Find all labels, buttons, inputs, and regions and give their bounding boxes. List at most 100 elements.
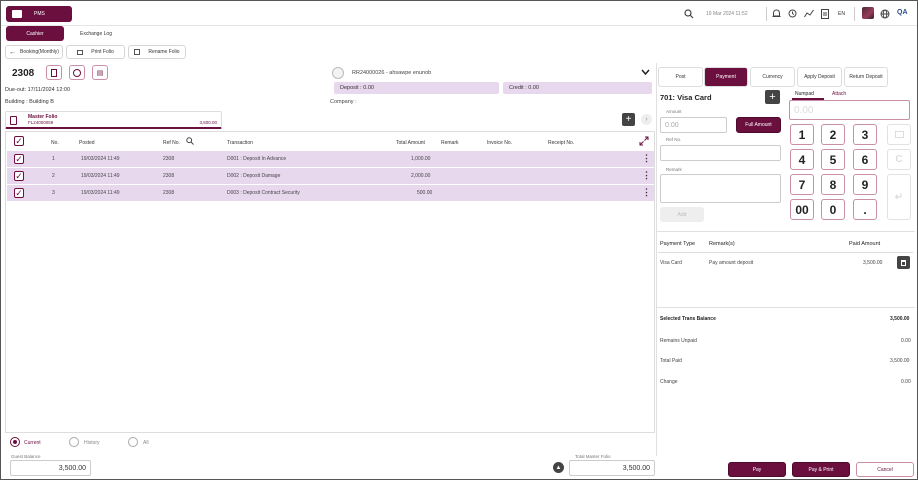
row-checkbox[interactable]: ✓	[14, 171, 24, 181]
card-icon	[51, 68, 57, 77]
add-folio-button[interactable]: +	[622, 113, 635, 126]
row-checkbox[interactable]: ✓	[14, 188, 24, 198]
app-window: PMS 19 Mar 2024 11:52 EN QA Cashier Exch…	[0, 0, 918, 480]
scroll-right-button[interactable]: ›	[641, 114, 652, 125]
pms-badge[interactable]: PMS	[6, 6, 72, 22]
row-no: 1	[52, 156, 55, 162]
document-icon[interactable]	[821, 9, 829, 19]
key-9[interactable]: 9	[853, 174, 877, 195]
key-clear-disabled[interactable]	[887, 124, 911, 145]
avatar[interactable]	[862, 7, 874, 19]
add-payment-button[interactable]: Add	[660, 207, 704, 222]
user-initials[interactable]: QA	[897, 9, 908, 16]
pay-print-button[interactable]: Pay & Print	[792, 462, 850, 477]
key-3[interactable]: 3	[853, 124, 877, 145]
room-target-button[interactable]	[69, 65, 85, 80]
folio-code: FL24000059	[28, 120, 54, 125]
filter-all-radio[interactable]	[128, 437, 138, 447]
history-icon[interactable]	[788, 9, 797, 18]
tab-return-deposit[interactable]: Return Deposit	[844, 67, 888, 87]
folio-card[interactable]: Master Folio FL24000059 3,500.00	[5, 111, 222, 129]
tab-currency[interactable]: Currency	[750, 67, 795, 87]
scroll-up-button[interactable]: ▲	[553, 462, 564, 473]
chart-icon[interactable]	[804, 9, 814, 18]
trash-icon-shape	[901, 259, 906, 266]
table-row[interactable]: ✓ 1 19/03/2024 11:49 2308 D001 : Deposit…	[7, 151, 654, 167]
tab-numpad[interactable]: Numpad	[795, 91, 814, 97]
add-payment-method-button[interactable]: +	[765, 90, 780, 104]
back-booking-button[interactable]: ← Booking(Monthly)	[5, 45, 63, 59]
deposit-label: Deposit : 0.00	[340, 85, 374, 91]
filter-current-radio[interactable]	[10, 437, 20, 447]
rename-folio-button[interactable]: Rename Folio	[128, 45, 186, 59]
key-4[interactable]: 4	[790, 149, 814, 170]
due-out: Due-out: 17/11/2024 12:00	[5, 87, 71, 93]
tab-apply-deposit[interactable]: Apply Deposit	[797, 67, 842, 87]
select-all-checkbox[interactable]: ✓	[14, 136, 24, 146]
room-chart-button[interactable]: ▤	[92, 65, 108, 80]
key-2[interactable]: 2	[821, 124, 845, 145]
print-folio-button[interactable]: Print Folio	[66, 45, 125, 59]
ref-input[interactable]	[660, 145, 781, 161]
payment-type: Visa Card	[660, 260, 682, 266]
numpad-display: 0.00	[789, 100, 910, 120]
key-0[interactable]: 0	[821, 199, 845, 220]
bell-icon[interactable]	[772, 9, 781, 19]
full-amount-button[interactable]: Full Amount	[736, 117, 781, 133]
key-1[interactable]: 1	[790, 124, 814, 145]
row-transaction: D003 : Deposit Contract Security	[227, 190, 300, 196]
header-remark: Remark	[441, 140, 459, 146]
header-ref: Ref No.	[163, 140, 180, 146]
tab-exchange-log[interactable]: Exchange Log	[80, 31, 112, 37]
row-checkbox[interactable]: ✓	[14, 154, 24, 164]
key-dot[interactable]: .	[853, 199, 877, 220]
filter-all-label[interactable]: All	[143, 440, 149, 446]
filter-current-label[interactable]: Current	[24, 440, 41, 446]
expand-icon[interactable]	[639, 136, 649, 146]
tab-payment[interactable]: Payment	[704, 67, 748, 87]
room-card-button[interactable]	[46, 65, 62, 80]
key-6[interactable]: 6	[853, 149, 877, 170]
tab-attach[interactable]: Attach	[832, 91, 846, 97]
filter-history-label[interactable]: History	[84, 440, 100, 446]
header-separator	[766, 7, 767, 21]
key-00[interactable]: 00	[790, 199, 814, 220]
row-menu-icon[interactable]: ⋮	[642, 187, 651, 198]
payment-amount: 3,500.00	[863, 260, 883, 266]
key-enter-disabled[interactable]: ↵	[887, 174, 911, 220]
rename-folio-label: Rename Folio	[148, 49, 180, 55]
pay-button[interactable]: Pay	[728, 462, 786, 477]
row-posted: 19/03/2024 11:49	[81, 173, 120, 179]
amount-input[interactable]: 0.00	[660, 117, 727, 133]
key-c-disabled[interactable]: C	[887, 149, 911, 170]
search-icon[interactable]	[684, 9, 694, 19]
table-row[interactable]: ✓ 3 19/03/2024 11:49 2308 D003 : Deposit…	[7, 185, 654, 201]
remark-textarea[interactable]	[660, 174, 781, 203]
globe-icon[interactable]	[880, 9, 890, 19]
date-time: 19 Mar 2024 11:52	[706, 11, 748, 17]
key-8[interactable]: 8	[821, 174, 845, 195]
full-amount-label: Full Amount	[745, 122, 772, 128]
payment-list-row[interactable]: Visa Card Pay amount deposit 3,500.00	[658, 254, 913, 272]
row-menu-icon[interactable]: ⋮	[642, 153, 651, 164]
tab-cashier[interactable]: Cashier	[6, 26, 64, 41]
building: Building : Building B	[5, 99, 54, 105]
key-5[interactable]: 5	[821, 149, 845, 170]
chevron-down-icon[interactable]	[641, 69, 650, 75]
guest-balance-field: 3,500.00	[10, 460, 91, 476]
pay-print-label: Pay & Print	[808, 466, 834, 473]
row-amount: 500.00	[417, 190, 433, 196]
tab-post[interactable]: Post	[658, 67, 703, 87]
list-header-type: Payment Type	[660, 241, 696, 247]
header-receipt: Receipt No.	[548, 140, 575, 146]
search-icon[interactable]	[186, 137, 194, 145]
ref-label: Ref No.	[666, 137, 682, 142]
trash-icon[interactable]	[897, 256, 910, 269]
filter-history-radio[interactable]	[69, 437, 79, 447]
table-row[interactable]: ✓ 2 19/03/2024 11:49 2308 D002 : Deposit…	[7, 168, 654, 184]
key-7[interactable]: 7	[790, 174, 814, 195]
language-selector[interactable]: EN	[838, 11, 845, 17]
row-menu-icon[interactable]: ⋮	[642, 170, 651, 181]
cancel-button[interactable]: Cancel	[856, 462, 914, 477]
summary-value: 3,500.00	[890, 358, 910, 364]
